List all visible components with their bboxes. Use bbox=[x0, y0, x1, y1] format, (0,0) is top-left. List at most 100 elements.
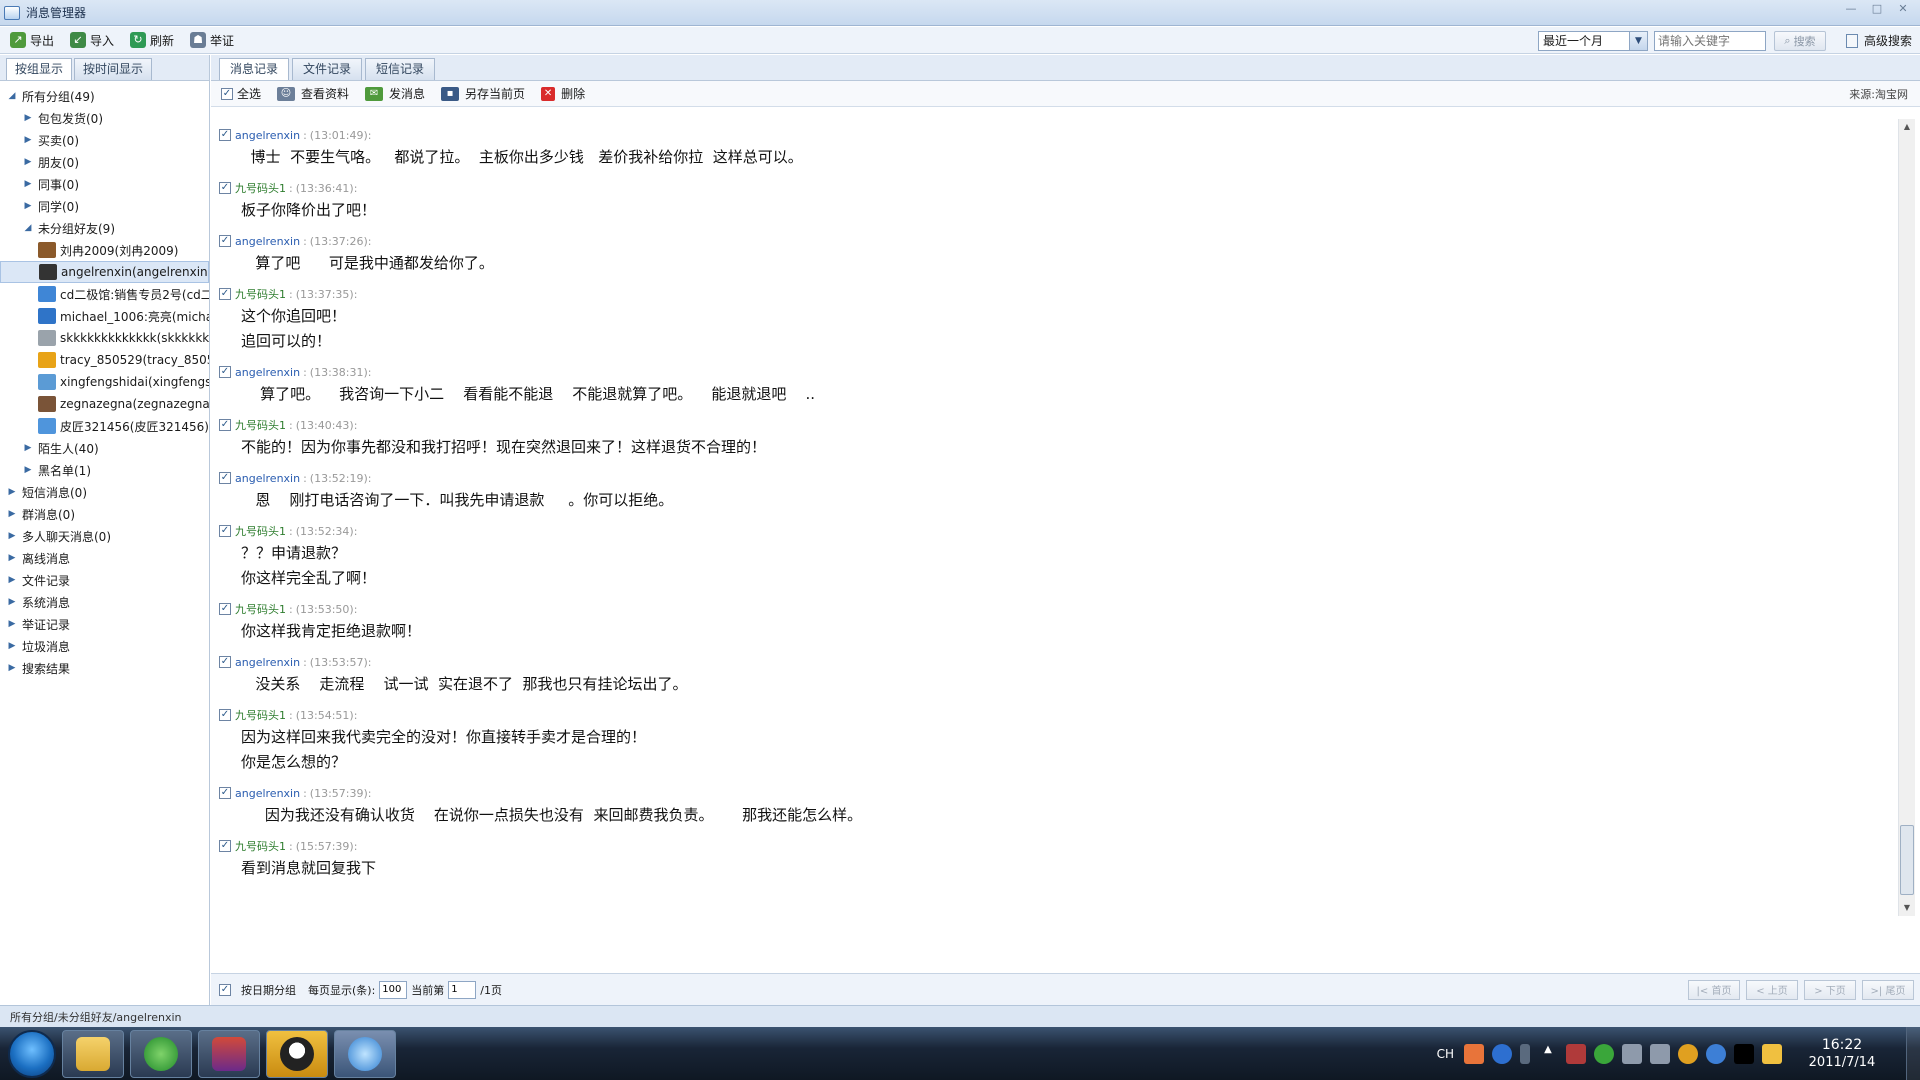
tree-item[interactable]: ▶ 陌生人(40) bbox=[0, 437, 209, 459]
message-sender[interactable]: 九号码头1 bbox=[235, 417, 286, 433]
chevron-down-icon[interactable]: ◢ bbox=[22, 223, 34, 233]
input-language[interactable]: CH bbox=[1437, 1047, 1454, 1061]
chevron-right-icon[interactable]: ▶ bbox=[6, 641, 18, 651]
tree-item[interactable]: ▶ 多人聊天消息(0) bbox=[0, 525, 209, 547]
tree-item[interactable]: ▶ 离线消息 bbox=[0, 547, 209, 569]
message-sender[interactable]: angelrenxin bbox=[235, 129, 300, 142]
search-button[interactable]: ⌕ 搜索 bbox=[1773, 30, 1826, 51]
prev-page-button[interactable]: < 上页 bbox=[1746, 979, 1798, 1000]
chevron-right-icon[interactable]: ▶ bbox=[6, 487, 18, 497]
message-checkbox[interactable]: ✓ bbox=[219, 366, 231, 378]
tree-item[interactable]: ▶ 买卖(0) bbox=[0, 129, 209, 151]
tab-file-records[interactable]: 文件记录 bbox=[292, 58, 363, 80]
messenger-tray-icon[interactable] bbox=[1706, 1043, 1726, 1064]
chevron-right-icon[interactable]: ▶ bbox=[6, 663, 18, 673]
help-icon[interactable] bbox=[1492, 1043, 1512, 1064]
tray-alert-icon[interactable] bbox=[1762, 1043, 1782, 1064]
tree-item[interactable]: michael_1006:亮亮(michae bbox=[0, 305, 209, 327]
message-checkbox[interactable]: ✓ bbox=[219, 235, 231, 247]
delete-button[interactable]: ✕ 删除 bbox=[541, 85, 585, 102]
select-all-checkbox[interactable]: ✓ 全选 bbox=[221, 85, 261, 102]
next-page-button[interactable]: > 下页 bbox=[1804, 979, 1856, 1000]
chevron-down-icon[interactable]: ▼ bbox=[1628, 31, 1647, 50]
current-page-input[interactable] bbox=[448, 980, 477, 999]
tree-item[interactable]: ◢ 所有分组(49) bbox=[0, 85, 209, 107]
chevron-right-icon[interactable]: ▶ bbox=[22, 135, 34, 145]
message-checkbox[interactable]: ✓ bbox=[219, 129, 231, 141]
time-range-select[interactable]: 最近一个月 ▼ bbox=[1537, 30, 1648, 51]
chevron-right-icon[interactable]: ▶ bbox=[6, 597, 18, 607]
group-by-date-checkbox[interactable]: ✓ bbox=[219, 983, 231, 996]
clock[interactable]: 16:22 2011/7/14 bbox=[1796, 1036, 1888, 1072]
advanced-search-button[interactable]: 高级搜索 bbox=[1845, 32, 1912, 49]
message-checkbox[interactable]: ✓ bbox=[219, 709, 231, 721]
tab-by-group[interactable]: 按组显示 bbox=[6, 58, 73, 80]
tree-item[interactable]: 刘冉2009(刘冉2009) bbox=[0, 239, 209, 261]
tab-sms-records[interactable]: 短信记录 bbox=[365, 58, 436, 80]
tree-item[interactable]: ◢ 未分组好友(9) bbox=[0, 217, 209, 239]
save-page-button[interactable]: ▪ 另存当前页 bbox=[441, 85, 525, 102]
taskbar-message-manager[interactable] bbox=[334, 1029, 396, 1078]
tree-item[interactable]: tracy_850529(tracy_85052 bbox=[0, 349, 209, 371]
chevron-right-icon[interactable]: ▶ bbox=[6, 531, 18, 541]
volume-icon[interactable] bbox=[1622, 1043, 1642, 1064]
tree-item[interactable]: ▶ 群消息(0) bbox=[0, 503, 209, 525]
taskbar-game[interactable] bbox=[198, 1029, 260, 1078]
chevron-right-icon[interactable]: ▶ bbox=[6, 509, 18, 519]
chevron-right-icon[interactable]: ▶ bbox=[22, 201, 34, 211]
chevron-right-icon[interactable]: ▶ bbox=[22, 465, 34, 475]
message-sender[interactable]: angelrenxin bbox=[235, 656, 300, 669]
last-page-button[interactable]: >| 尾页 bbox=[1862, 979, 1914, 1000]
taskbar-explorer[interactable] bbox=[62, 1029, 124, 1078]
tree-item[interactable]: ▶ 同学(0) bbox=[0, 195, 209, 217]
tree-item[interactable]: skkkkkkkkkkkkk(skkkkkk bbox=[0, 327, 209, 349]
taskbar-browser[interactable] bbox=[130, 1029, 192, 1078]
message-sender[interactable]: 九号码头1 bbox=[235, 601, 286, 617]
chevron-right-icon[interactable]: ▶ bbox=[22, 443, 34, 453]
vertical-scrollbar[interactable]: ▲ ▼ bbox=[1898, 119, 1915, 916]
tree-item[interactable]: ▶ 黑名单(1) bbox=[0, 459, 209, 481]
chevron-right-icon[interactable]: ▶ bbox=[22, 157, 34, 167]
view-profile-button[interactable]: ☺ 查看资料 bbox=[277, 85, 349, 102]
tree-item[interactable]: ▶ 同事(0) bbox=[0, 173, 209, 195]
chevron-right-icon[interactable]: ▶ bbox=[22, 179, 34, 189]
close-button[interactable]: ✕ bbox=[1892, 2, 1914, 16]
report-button[interactable]: ☗ 举证 bbox=[184, 29, 240, 51]
show-hidden-icons-icon[interactable]: ▲ bbox=[1538, 1044, 1558, 1064]
message-sender[interactable]: angelrenxin bbox=[235, 235, 300, 248]
plus-icon[interactable] bbox=[1594, 1043, 1614, 1064]
tray-black-icon[interactable] bbox=[1734, 1043, 1754, 1064]
scroll-thumb[interactable] bbox=[1900, 825, 1914, 895]
tray-misc-icon[interactable] bbox=[1520, 1043, 1530, 1064]
tree-item[interactable]: ▶ 举证记录 bbox=[0, 613, 209, 635]
tree-item[interactable]: cd二极馆:销售专员2号(cd二 bbox=[0, 283, 209, 305]
ime-icon[interactable] bbox=[1464, 1043, 1484, 1064]
scroll-up-icon[interactable]: ▲ bbox=[1899, 119, 1915, 135]
maximize-button[interactable]: □ bbox=[1866, 2, 1888, 16]
tree-item[interactable]: ▶ 垃圾消息 bbox=[0, 635, 209, 657]
tree-item[interactable]: xingfengshidai(xingfengsl bbox=[0, 371, 209, 393]
message-list-viewport[interactable]: 一上个么个大的发了也这发前大一✓angelrenxin:(13:01:49): … bbox=[211, 119, 1898, 916]
start-button[interactable] bbox=[8, 1029, 56, 1078]
message-sender[interactable]: 九号码头1 bbox=[235, 286, 286, 302]
refresh-button[interactable]: ↻ 刷新 bbox=[124, 29, 180, 51]
message-checkbox[interactable]: ✓ bbox=[219, 182, 231, 194]
message-sender[interactable]: 九号码头1 bbox=[235, 180, 286, 196]
import-button[interactable]: ↙ 导入 bbox=[64, 29, 120, 51]
message-checkbox[interactable]: ✓ bbox=[219, 419, 231, 431]
message-sender[interactable]: 九号码头1 bbox=[235, 838, 286, 854]
first-page-button[interactable]: |< 首页 bbox=[1688, 979, 1740, 1000]
tree-item[interactable]: 皮匠321456(皮匠321456) bbox=[0, 415, 209, 437]
tree-item[interactable]: zegnazegna(zegnazegna) bbox=[0, 393, 209, 415]
message-sender[interactable]: angelrenxin bbox=[235, 366, 300, 379]
per-page-input[interactable] bbox=[379, 980, 408, 999]
chevron-down-icon[interactable]: ◢ bbox=[6, 91, 18, 101]
minimize-button[interactable]: — bbox=[1840, 2, 1862, 16]
show-desktop-button[interactable] bbox=[1906, 1027, 1920, 1080]
message-sender[interactable]: 九号码头1 bbox=[235, 707, 286, 723]
message-checkbox[interactable]: ✓ bbox=[219, 603, 231, 615]
tree-item[interactable]: ▶ 搜索结果 bbox=[0, 657, 209, 679]
send-message-button[interactable]: ✉ 发消息 bbox=[365, 85, 425, 102]
chevron-right-icon[interactable]: ▶ bbox=[6, 553, 18, 563]
chevron-right-icon[interactable]: ▶ bbox=[6, 575, 18, 585]
